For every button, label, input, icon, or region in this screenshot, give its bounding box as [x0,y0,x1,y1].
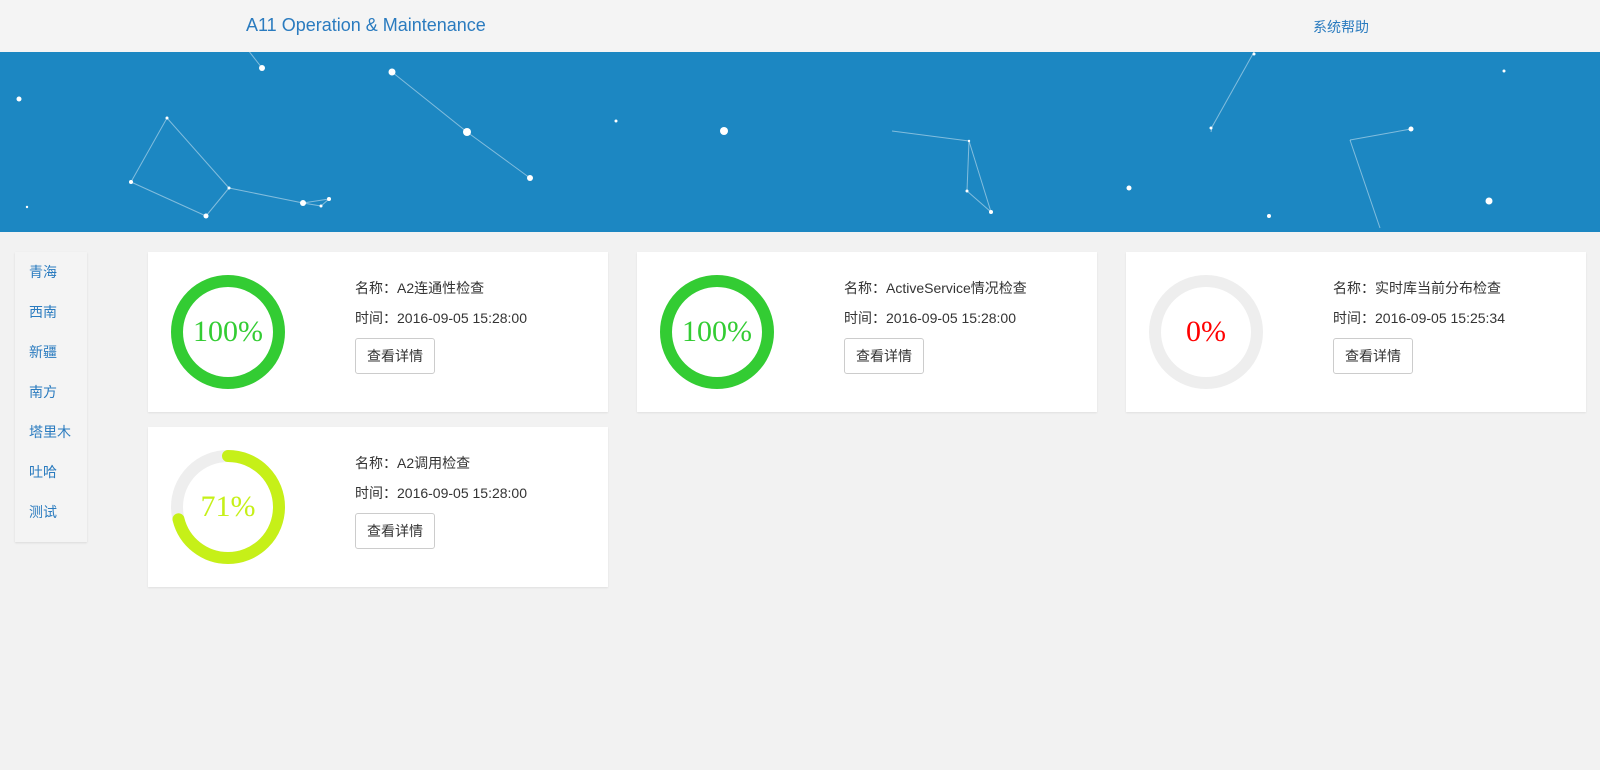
sidebar-item-talimu[interactable]: 塔里木 [15,418,87,458]
progress-ring: 0% [1148,274,1264,390]
view-details-button[interactable]: 查看详情 [355,338,435,374]
check-time: 时间：2016-09-05 15:28:00 [355,310,527,326]
check-card: 0% 名称：实时库当前分布检查 时间：2016-09-05 15:25:34 查… [1126,252,1586,412]
brand-link[interactable]: A11 Operation & Maintenance [246,15,486,36]
view-details-button[interactable]: 查看详情 [1333,338,1413,374]
sidebar-item-xinan[interactable]: 西南 [15,298,87,338]
check-name: 名称：A2调用检查 [355,455,471,471]
top-navbar: A11 Operation & Maintenance 系统帮助 [0,0,1600,52]
view-details-button[interactable]: 查看详情 [844,338,924,374]
check-time: 时间：2016-09-05 15:28:00 [355,485,527,501]
check-card: 71% 名称：A2调用检查 时间：2016-09-05 15:28:00 查看详… [148,427,608,587]
sidebar-item-tuha[interactable]: 吐哈 [15,458,87,498]
check-name: 名称：实时库当前分布检查 [1333,280,1501,296]
check-card: 100% 名称：A2连通性检查 时间：2016-09-05 15:28:00 查… [148,252,608,412]
progress-percent: 100% [193,315,263,348]
check-name: 名称：A2连通性检查 [355,280,485,296]
progress-percent: 0% [1186,315,1226,348]
check-time: 时间：2016-09-05 15:25:34 [1333,310,1505,326]
progress-percent: 71% [200,490,256,523]
sidebar-item-qinghai[interactable]: 青海 [15,258,87,298]
check-name: 名称：ActiveService情况检查 [844,280,1027,296]
view-details-button[interactable]: 查看详情 [355,513,435,549]
region-sidebar: 青海 西南 新疆 南方 塔里木 吐哈 测试 [15,252,87,542]
progress-ring: 100% [659,274,775,390]
progress-ring: 100% [170,274,286,390]
sidebar-item-xinjiang[interactable]: 新疆 [15,338,87,378]
sidebar-item-ceshi[interactable]: 测试 [15,498,87,538]
progress-ring: 71% [170,449,286,565]
sidebar-item-nanfang[interactable]: 南方 [15,378,87,418]
check-card: 100% 名称：ActiveService情况检查 时间：2016-09-05 … [637,252,1097,412]
check-time: 时间：2016-09-05 15:28:00 [844,310,1016,326]
constellation-graphic [16,52,1506,229]
progress-percent: 100% [682,315,752,348]
help-link[interactable]: 系统帮助 [1313,17,1369,37]
banner-constellation [0,52,1600,232]
